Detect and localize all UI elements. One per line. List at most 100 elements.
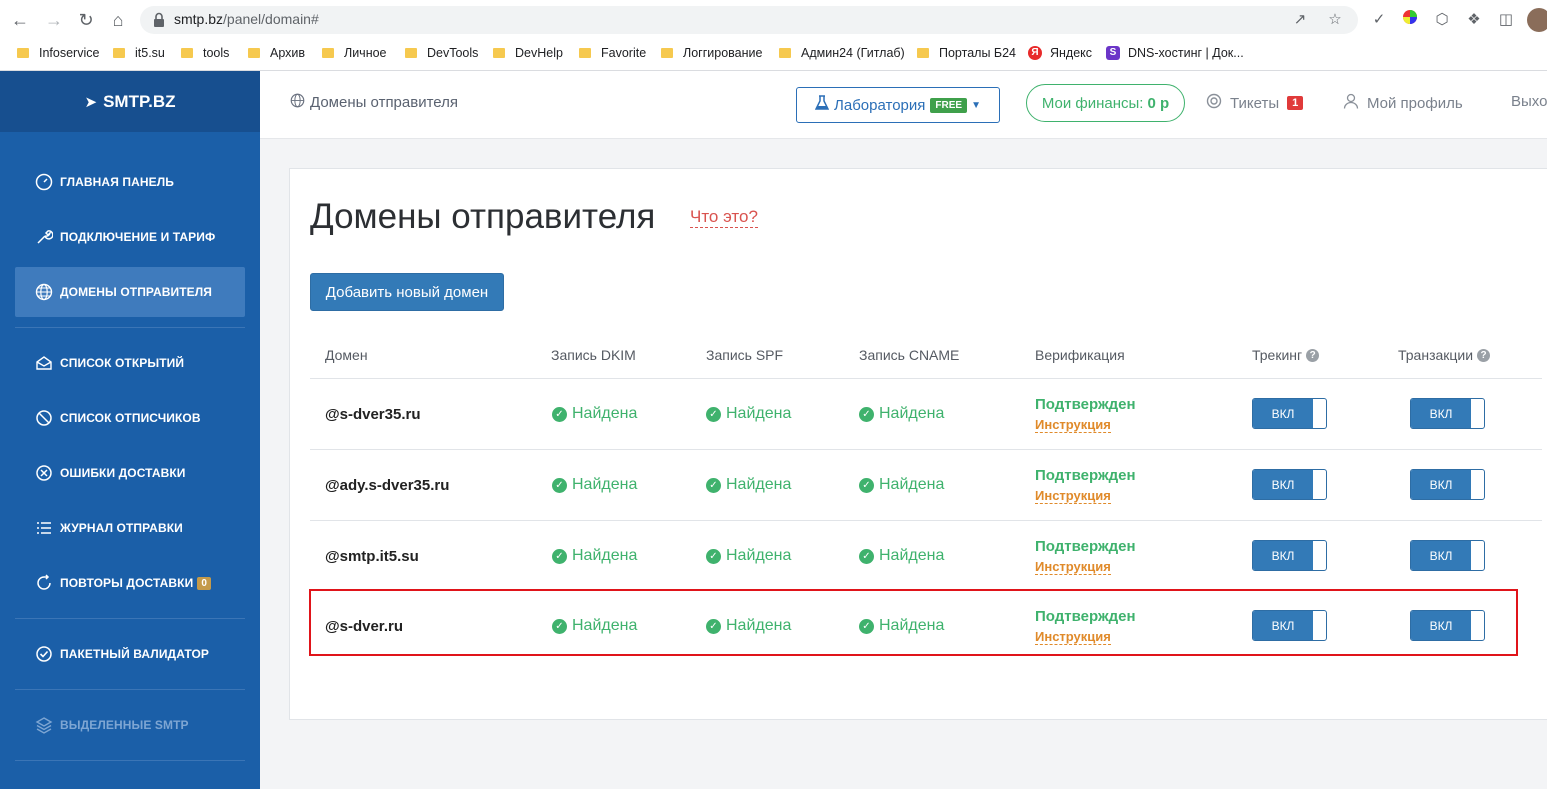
check-circle-icon: ✓ bbox=[859, 406, 874, 422]
bookmark-item[interactable]: Логгирование bbox=[661, 46, 762, 60]
lab-dropdown-button[interactable]: Лаборатория FREE ▼ bbox=[796, 87, 1000, 123]
check-circle-icon: ✓ bbox=[552, 548, 567, 564]
color-wheel-icon[interactable] bbox=[1399, 9, 1421, 31]
check-circle-icon: ✓ bbox=[552, 406, 567, 422]
forward-arrow-icon[interactable]: → bbox=[42, 8, 66, 32]
cube-icon[interactable]: ⬡ bbox=[1431, 9, 1453, 31]
sidebar-item-retries[interactable]: ПОВТОРЫ ДОСТАВКИ 0 bbox=[15, 558, 245, 608]
column-header-transactions: Транзакции? bbox=[1398, 347, 1491, 363]
balance-value: 0 р bbox=[1147, 94, 1170, 112]
check-circle-icon: ✓ bbox=[706, 477, 721, 493]
tracking-toggle[interactable]: ВКЛ bbox=[1252, 398, 1327, 429]
top-header: Домены отправителя Лаборатория FREE ▼ Мо… bbox=[260, 71, 1547, 139]
home-icon[interactable]: ⌂ bbox=[106, 8, 130, 32]
bookmark-item[interactable]: Админ24 (Гитлаб) bbox=[779, 46, 905, 60]
table-row: @s-dver35.ru ✓ Найдена ✓ Найдена ✓ Найдена … bbox=[310, 379, 1542, 449]
folder-icon bbox=[493, 48, 505, 58]
logo[interactable]: ➤ SMTP.BZ bbox=[0, 71, 260, 132]
folder-icon bbox=[322, 48, 334, 58]
transactions-toggle[interactable]: ВКЛ bbox=[1410, 469, 1485, 500]
logout-link[interactable]: Выхо bbox=[1511, 93, 1547, 110]
star-icon[interactable]: ☆ bbox=[1325, 10, 1345, 30]
sidebar-item-connection[interactable]: ПОДКЛЮЧЕНИЕ И ТАРИФ bbox=[15, 212, 245, 262]
cname-cell: ✓ Найдена bbox=[859, 521, 944, 591]
folder-icon bbox=[113, 48, 125, 58]
tickets-count-badge: 1 bbox=[1287, 96, 1304, 110]
layers-icon bbox=[35, 716, 53, 734]
transactions-toggle[interactable]: ВКЛ bbox=[1410, 398, 1485, 429]
globe-icon bbox=[35, 283, 53, 301]
folder-icon bbox=[248, 48, 260, 58]
instruction-link[interactable]: Инструкция bbox=[1035, 559, 1111, 575]
sidebar-item-validator[interactable]: ПАКЕТНЫЙ ВАЛИДАТОР bbox=[15, 629, 245, 679]
bookmark-item[interactable]: tools bbox=[181, 46, 229, 60]
spf-cell: ✓ Найдена bbox=[706, 450, 791, 520]
bookmark-item[interactable]: DevTools bbox=[405, 46, 478, 60]
profile-avatar[interactable] bbox=[1527, 8, 1547, 32]
tickets-link[interactable]: Тикеты 1 bbox=[1206, 93, 1304, 113]
flask-icon bbox=[814, 95, 830, 115]
bookmark-item[interactable]: Порталы Б24 bbox=[917, 46, 1016, 60]
verification-cell: Подтвержден Инструкция bbox=[1035, 537, 1136, 575]
help-icon[interactable]: ? bbox=[1477, 348, 1491, 362]
verification-cell: Подтвержден Инструкция bbox=[1035, 395, 1136, 433]
puzzle-icon[interactable]: ❖ bbox=[1463, 9, 1485, 31]
bookmark-item[interactable]: S DNS-хостинг | Док... bbox=[1106, 46, 1244, 60]
check-circle-icon: ✓ bbox=[706, 406, 721, 422]
url-text: smtp.bz/panel/domain# bbox=[174, 11, 319, 27]
s-logo-icon: S bbox=[1106, 46, 1120, 60]
check-circle-icon: ✓ bbox=[706, 548, 721, 564]
address-bar[interactable]: smtp.bz/panel/domain# ↗ ☆ bbox=[140, 6, 1358, 34]
bookmark-item[interactable]: Личное bbox=[322, 46, 387, 60]
share-icon[interactable]: ↗ bbox=[1290, 10, 1310, 30]
folder-icon bbox=[579, 48, 591, 58]
yandex-icon: Я bbox=[1028, 46, 1042, 60]
lifebuoy-icon bbox=[1206, 93, 1222, 113]
retries-count-badge: 0 bbox=[197, 576, 211, 590]
cname-cell: ✓ Найдена bbox=[859, 379, 944, 449]
finance-button[interactable]: Мои финансы: 0 р bbox=[1026, 84, 1185, 122]
folder-icon bbox=[17, 48, 29, 58]
instruction-link[interactable]: Инструкция bbox=[1035, 417, 1111, 433]
sidebar-item-dashboard[interactable]: ГЛАВНАЯ ПАНЕЛЬ bbox=[15, 157, 245, 207]
divider bbox=[15, 760, 245, 761]
profile-link[interactable]: Мой профиль bbox=[1343, 93, 1463, 113]
back-arrow-icon[interactable]: ← bbox=[8, 8, 32, 32]
reload-icon[interactable]: ↻ bbox=[74, 8, 98, 32]
sidepanel-icon[interactable]: ◫ bbox=[1495, 9, 1517, 31]
rocket-icon: ➤ bbox=[84, 93, 98, 111]
column-header-cname: Запись CNAME bbox=[859, 347, 960, 363]
folder-icon bbox=[779, 48, 791, 58]
tracking-toggle[interactable]: ВКЛ bbox=[1252, 540, 1327, 571]
sidebar-item-send-log[interactable]: ЖУРНАЛ ОТПРАВКИ bbox=[15, 503, 245, 553]
sidebar-item-dedicated-smtp[interactable]: ВЫДЕЛЕННЫЕ SMTP bbox=[15, 700, 245, 750]
bookmark-item[interactable]: Архив bbox=[248, 46, 305, 60]
tracking-toggle[interactable]: ВКЛ bbox=[1252, 469, 1327, 500]
instruction-link[interactable]: Инструкция bbox=[1035, 488, 1111, 504]
bookmark-item[interactable]: DevHelp bbox=[493, 46, 563, 60]
domain-cell: @smtp.it5.su bbox=[325, 547, 419, 565]
sidebar-item-unsubscribers[interactable]: СПИСОК ОТПИСЧИКОВ bbox=[15, 393, 245, 443]
bookmark-item[interactable]: Infoservice bbox=[17, 46, 99, 60]
table-row: @smtp.it5.su ✓ Найдена ✓ Найдена ✓ Найдена … bbox=[310, 521, 1542, 591]
spf-cell: ✓ Найдена bbox=[706, 521, 791, 591]
sidebar-item-delivery-errors[interactable]: ОШИБКИ ДОСТАВКИ bbox=[15, 448, 245, 498]
check-circle-icon: ✓ bbox=[859, 477, 874, 493]
bookmark-item[interactable]: Favorite bbox=[579, 46, 646, 60]
extension-pen-icon[interactable]: ✓ bbox=[1368, 9, 1390, 31]
lock-icon bbox=[154, 12, 164, 27]
add-domain-button[interactable]: Добавить новый домен bbox=[310, 273, 504, 311]
what-is-this-link[interactable]: Что это? bbox=[690, 207, 758, 228]
transactions-toggle[interactable]: ВКЛ bbox=[1410, 540, 1485, 571]
sidebar-item-domains[interactable]: ДОМЕНЫ ОТПРАВИТЕЛЯ bbox=[15, 267, 245, 317]
sidebar-item-opens[interactable]: СПИСОК ОТКРЫТИЙ bbox=[15, 338, 245, 388]
column-header-domain: Домен bbox=[325, 347, 368, 363]
bookmarks-bar: Infoservice it5.su tools Архив Личное De… bbox=[0, 40, 1547, 71]
bookmark-item[interactable]: Я Яндекс bbox=[1028, 46, 1092, 60]
bookmark-item[interactable]: it5.su bbox=[113, 46, 165, 60]
check-circle-icon: ✓ bbox=[859, 548, 874, 564]
spf-cell: ✓ Найдена bbox=[706, 379, 791, 449]
help-icon[interactable]: ? bbox=[1306, 348, 1320, 362]
check-circle-icon: ✓ bbox=[552, 477, 567, 493]
divider bbox=[15, 618, 245, 619]
